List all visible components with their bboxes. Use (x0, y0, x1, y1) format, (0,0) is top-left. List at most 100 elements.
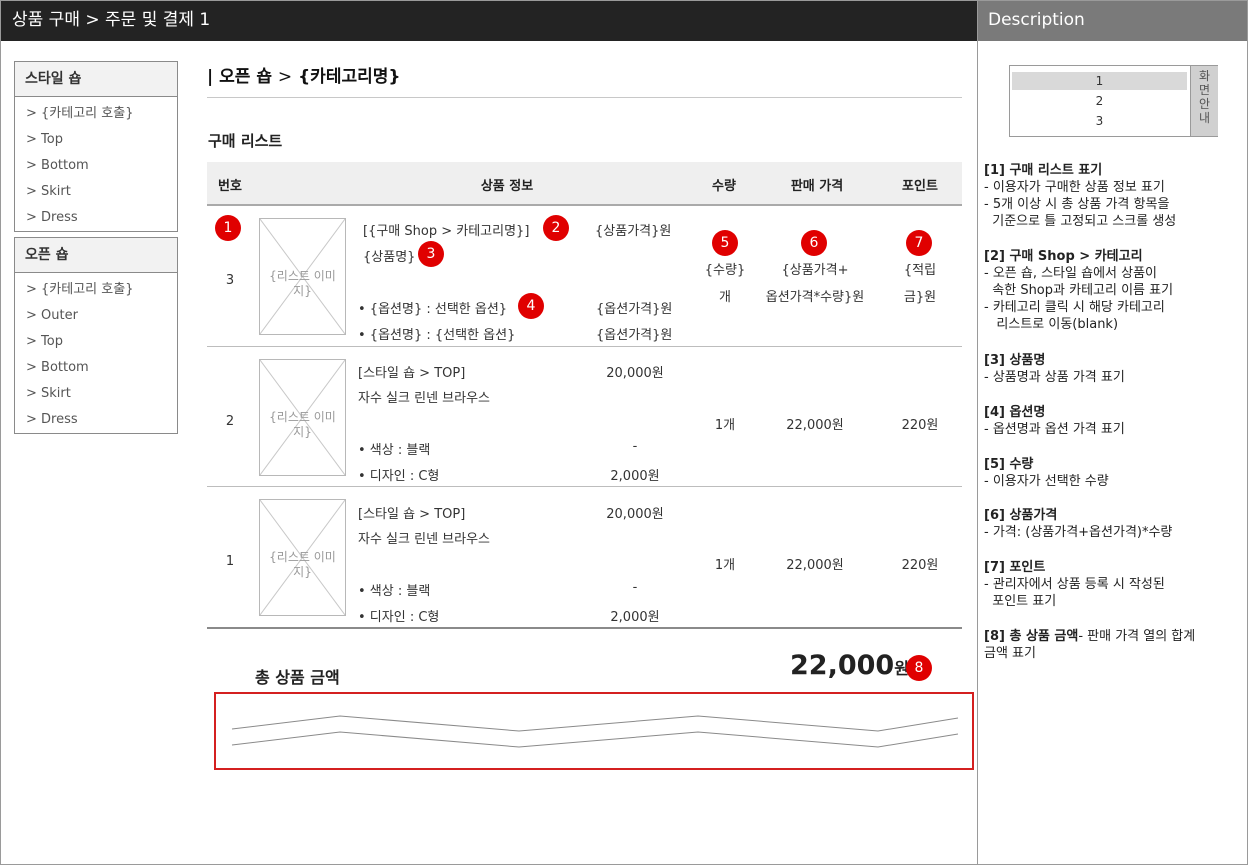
row-number: 3 (225, 273, 235, 288)
option-2-price: 2,000원 (610, 469, 660, 484)
desc-block-4: [4] 옵션명 - 옵션명과 옵션 가격 표기 (984, 404, 1244, 438)
desc-line: 금액 표기 (984, 646, 1036, 661)
guide-item-2[interactable]: 2 (1012, 92, 1187, 110)
panel-divider (977, 0, 978, 865)
title-divider (207, 97, 962, 98)
desc-line: - 이용자가 구매한 상품 정보 표기 (984, 180, 1165, 195)
desc-line: - 오픈 숍, 스타일 숍에서 상품이 (984, 266, 1158, 281)
list-image[interactable]: {리스트 이미지} (259, 499, 346, 616)
breadcrumb-separator: > (277, 67, 293, 87)
option-1-price: - (632, 439, 638, 454)
desc-line: - 상품명과 상품 가격 표기 (984, 370, 1125, 385)
point-line2: 금}원 (903, 290, 937, 305)
list-image[interactable]: {리스트 이미지} (259, 218, 346, 335)
desc-line: 포인트 표기 (984, 594, 1057, 609)
option-2-price: {옵션가격}원 (596, 328, 673, 343)
desc-heading: [5] 수량 (984, 457, 1034, 472)
sidebar-item-dress[interactable]: > Dress (15, 205, 177, 231)
section-title: 구매 리스트 (208, 132, 283, 150)
option-1: • 색상 : 블랙 (358, 584, 431, 599)
total-amount-value: 22,000 (790, 650, 895, 681)
sidebar-item-skirt[interactable]: > Skirt (15, 179, 177, 205)
desc-heading: [2] 구매 Shop > 카테고리 (984, 249, 1143, 264)
desc-line: - 카테고리 클릭 시 해당 카테고리 (984, 300, 1165, 315)
total-amount: 22,000원 (790, 650, 909, 681)
annotation-badge-5: 5 (712, 230, 738, 256)
row-number: 1 (225, 554, 235, 569)
style-shop-title[interactable]: 스타일 숍 (15, 62, 177, 97)
page-title: 상품 구매 > 주문 및 결제 1 (0, 0, 978, 41)
desc-heading: [3] 상품명 (984, 353, 1046, 368)
desc-block-2: [2] 구매 Shop > 카테고리 - 오픈 숍, 스타일 숍에서 상품이 속… (984, 248, 1244, 333)
desc-heading: [6] 상품가격 (984, 508, 1058, 523)
breadcrumb-bar: | (207, 67, 214, 87)
style-shop-menu: 스타일 숍 > {카테고리 호출} > Top > Bottom > Skirt… (14, 61, 178, 232)
desc-block-6: [6] 상품가격 - 가격: (상품가격+옵션가격)*수량 (984, 507, 1244, 541)
option-2-price: 2,000원 (610, 610, 660, 625)
breadcrumb-shop[interactable]: 오픈 숍 (219, 67, 272, 87)
header-info: 상품 정보 (480, 179, 534, 194)
shop-category-link[interactable]: [{구매 Shop > 카테고리명}] (363, 220, 529, 239)
desc-line: - 관리자에서 상품 등록 시 작성된 (984, 577, 1165, 592)
sidebar-item-outer[interactable]: > Outer (15, 303, 177, 329)
product-price: 20,000원 (606, 366, 664, 381)
product-name[interactable]: {상품명} (363, 246, 415, 265)
sidebar-item-bottom[interactable]: > Bottom (15, 355, 177, 381)
sidebar-item-category[interactable]: > {카테고리 호출} (15, 101, 177, 127)
product-name[interactable]: 자수 실크 린넨 브라우스 (358, 528, 490, 547)
header-no: 번호 (218, 179, 242, 194)
desc-block-5: [5] 수량 - 이용자가 선택한 수량 (984, 456, 1244, 490)
desc-block-1: [1] 구매 리스트 표기 - 이용자가 구매한 상품 정보 표기 - 5개 이… (984, 162, 1244, 230)
open-shop-title[interactable]: 오픈 숍 (15, 238, 177, 273)
header-point: 포인트 (902, 179, 938, 194)
option-1: • 색상 : 블랙 (358, 443, 431, 458)
sidebar-item-dress[interactable]: > Dress (15, 407, 177, 433)
sidebar-item-category[interactable]: > {카테고리 호출} (15, 277, 177, 303)
desc-line: 리스트로 이동(blank) (984, 317, 1119, 332)
guide-item-3[interactable]: 3 (1012, 112, 1187, 130)
sidebar-item-top[interactable]: > Top (15, 329, 177, 355)
shop-category-link[interactable]: [스타일 숍 > TOP] (358, 503, 465, 522)
desc-line: - 가격: (상품가격+옵션가격)*수량 (984, 525, 1173, 540)
option-1-price: - (632, 580, 638, 595)
desc-line: - 옵션명과 옵션 가격 표기 (984, 422, 1125, 437)
annotation-badge-4: 4 (518, 293, 544, 319)
sidebar-item-top[interactable]: > Top (15, 127, 177, 153)
breadcrumb: | 오픈 숍 > {카테고리명} (207, 62, 400, 87)
description-title: Description (978, 0, 1248, 41)
desc-line: - 판매 가격 열의 합계 (1078, 629, 1196, 644)
desc-block-3: [3] 상품명 - 상품명과 상품 가격 표기 (984, 352, 1244, 386)
desc-heading: [7] 포인트 (984, 560, 1046, 575)
screen-guide-nav: 1 2 3 화면안내 (1009, 65, 1218, 137)
point: 220원 (901, 418, 939, 433)
header-price: 판매 가격 (790, 179, 844, 194)
point-line1: {적립 (903, 263, 937, 278)
sidebar-item-skirt[interactable]: > Skirt (15, 381, 177, 407)
annotation-badge-6: 6 (801, 230, 827, 256)
shop-category-link[interactable]: [스타일 숍 > TOP] (358, 362, 465, 381)
image-label: {리스트 이미지} (269, 269, 336, 298)
row-divider (207, 486, 962, 487)
sidebar-item-bottom[interactable]: > Bottom (15, 153, 177, 179)
image-label: {리스트 이미지} (269, 410, 336, 439)
option-2: • {옵션명} : {선택한 옵션} (358, 328, 516, 343)
list-image[interactable]: {리스트 이미지} (259, 359, 346, 476)
breadcrumb-category[interactable]: {카테고리명} (298, 67, 400, 87)
table-bottom-border (207, 627, 962, 629)
desc-heading: [8] 총 상품 금액 (984, 629, 1079, 644)
point: 220원 (901, 558, 939, 573)
option-1: • {옵션명} : 선택한 옵션} (358, 302, 508, 317)
table-header: 번호 상품 정보 수량 판매 가격 포인트 (207, 162, 962, 206)
product-price: 20,000원 (606, 507, 664, 522)
open-shop-menu: 오픈 숍 > {카테고리 호출} > Outer > Top > Bottom … (14, 237, 178, 434)
sale-price: 22,000원 (786, 558, 844, 573)
desc-block-7: [7] 포인트 - 관리자에서 상품 등록 시 작성된 포인트 표기 (984, 559, 1244, 610)
guide-side-tab[interactable]: 화면안내 (1190, 66, 1218, 136)
continuation-area (214, 692, 974, 770)
desc-line: - 5개 이상 시 총 상품 가격 항목을 (984, 197, 1170, 212)
product-name[interactable]: 자수 실크 린넨 브라우스 (358, 387, 490, 406)
cut-line-icon (231, 715, 959, 748)
desc-line: 속한 Shop과 카테고리 이름 표기 (984, 283, 1174, 298)
price-line1: {상품가격+ (781, 263, 849, 278)
guide-item-1[interactable]: 1 (1012, 72, 1187, 90)
